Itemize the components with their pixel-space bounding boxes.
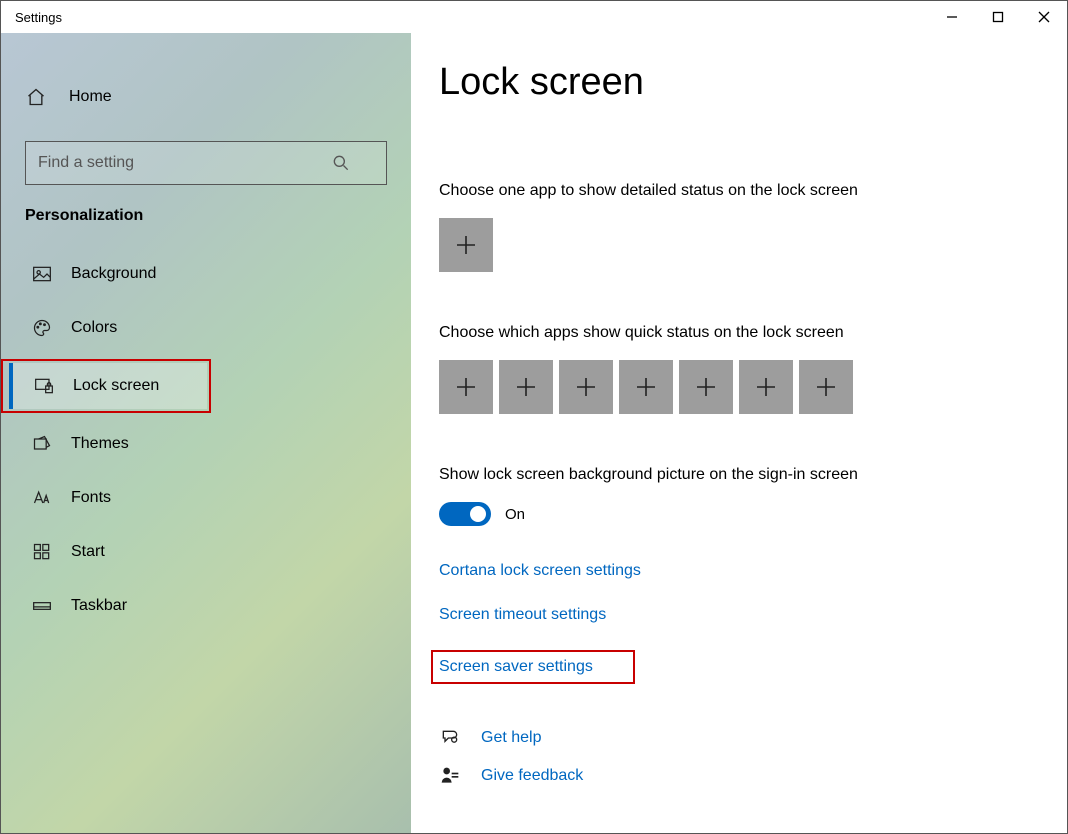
- maximize-icon: [992, 11, 1004, 23]
- themes-icon: [31, 433, 53, 455]
- add-quick-app-button[interactable]: [619, 360, 673, 414]
- sidebar-item-label: Colors: [71, 319, 117, 337]
- sidebar-item-start[interactable]: Start: [7, 529, 411, 575]
- add-quick-app-button[interactable]: [499, 360, 553, 414]
- home-icon: [25, 86, 47, 108]
- add-quick-app-button[interactable]: [679, 360, 733, 414]
- close-button[interactable]: [1021, 1, 1067, 33]
- plus-icon: [575, 376, 597, 398]
- screen-saver-link[interactable]: Screen saver settings: [439, 658, 593, 675]
- fonts-icon: [31, 487, 53, 509]
- cortana-settings-link[interactable]: Cortana lock screen settings: [439, 562, 641, 580]
- page-title: Lock screen: [439, 61, 1043, 104]
- search-input[interactable]: Find a setting: [25, 141, 387, 185]
- add-quick-app-button[interactable]: [799, 360, 853, 414]
- give-feedback-label: Give feedback: [481, 767, 583, 785]
- sidebar-item-background[interactable]: Background: [7, 251, 411, 297]
- titlebar: Settings: [1, 1, 1067, 33]
- highlight-screen-saver: Screen saver settings: [431, 650, 635, 684]
- quick-status-tiles: [439, 360, 1043, 414]
- sidebar: Home Find a setting Personalization Back…: [1, 33, 411, 833]
- main-content: Lock screen Choose one app to show detai…: [411, 33, 1067, 833]
- plus-icon: [695, 376, 717, 398]
- window-buttons: [929, 1, 1067, 33]
- close-icon: [1038, 11, 1050, 23]
- maximize-button[interactable]: [975, 1, 1021, 33]
- sidebar-item-label: Fonts: [71, 489, 111, 507]
- sidebar-section-title: Personalization: [1, 207, 411, 225]
- plus-icon: [515, 376, 537, 398]
- plus-icon: [455, 234, 477, 256]
- sidebar-item-label: Start: [71, 543, 105, 561]
- help-icon: [439, 728, 461, 748]
- image-icon: [31, 263, 53, 285]
- get-help-label: Get help: [481, 729, 541, 747]
- plus-icon: [815, 376, 837, 398]
- quick-status-label: Choose which apps show quick status on t…: [439, 324, 1043, 342]
- sidebar-item-colors[interactable]: Colors: [7, 305, 411, 351]
- add-quick-app-button[interactable]: [739, 360, 793, 414]
- sidebar-home[interactable]: Home: [1, 71, 411, 123]
- search-icon: [330, 152, 352, 174]
- plus-icon: [455, 376, 477, 398]
- lock-screen-icon: [33, 375, 55, 397]
- toggle-text: On: [505, 506, 525, 523]
- sidebar-item-label: Themes: [71, 435, 129, 453]
- add-quick-app-button[interactable]: [559, 360, 613, 414]
- add-quick-app-button[interactable]: [439, 360, 493, 414]
- sidebar-item-label: Taskbar: [71, 597, 127, 615]
- window-title: Settings: [1, 10, 62, 25]
- minimize-icon: [946, 11, 958, 23]
- sidebar-item-label: Background: [71, 265, 156, 283]
- get-help-link[interactable]: Get help: [439, 728, 1043, 748]
- taskbar-icon: [31, 595, 53, 617]
- signin-bg-label: Show lock screen background picture on t…: [439, 466, 1043, 484]
- plus-icon: [635, 376, 657, 398]
- minimize-button[interactable]: [929, 1, 975, 33]
- sidebar-item-fonts[interactable]: Fonts: [7, 475, 411, 521]
- plus-icon: [755, 376, 777, 398]
- add-detailed-app-button[interactable]: [439, 218, 493, 272]
- feedback-icon: [439, 766, 461, 786]
- sidebar-list: Background Colors Lock screen Themes Fon…: [1, 251, 411, 629]
- sidebar-item-themes[interactable]: Themes: [7, 421, 411, 467]
- sidebar-item-taskbar[interactable]: Taskbar: [7, 583, 411, 629]
- sidebar-item-label: Lock screen: [73, 377, 159, 395]
- give-feedback-link[interactable]: Give feedback: [439, 766, 1043, 786]
- highlight-lock-screen: Lock screen: [1, 359, 211, 413]
- home-label: Home: [69, 88, 112, 106]
- palette-icon: [31, 317, 53, 339]
- start-icon: [31, 541, 53, 563]
- screen-timeout-link[interactable]: Screen timeout settings: [439, 606, 606, 624]
- sidebar-item-lock-screen[interactable]: Lock screen: [9, 363, 207, 409]
- search-placeholder: Find a setting: [38, 154, 134, 172]
- signin-bg-toggle[interactable]: [439, 502, 491, 526]
- detailed-status-label: Choose one app to show detailed status o…: [439, 182, 1043, 200]
